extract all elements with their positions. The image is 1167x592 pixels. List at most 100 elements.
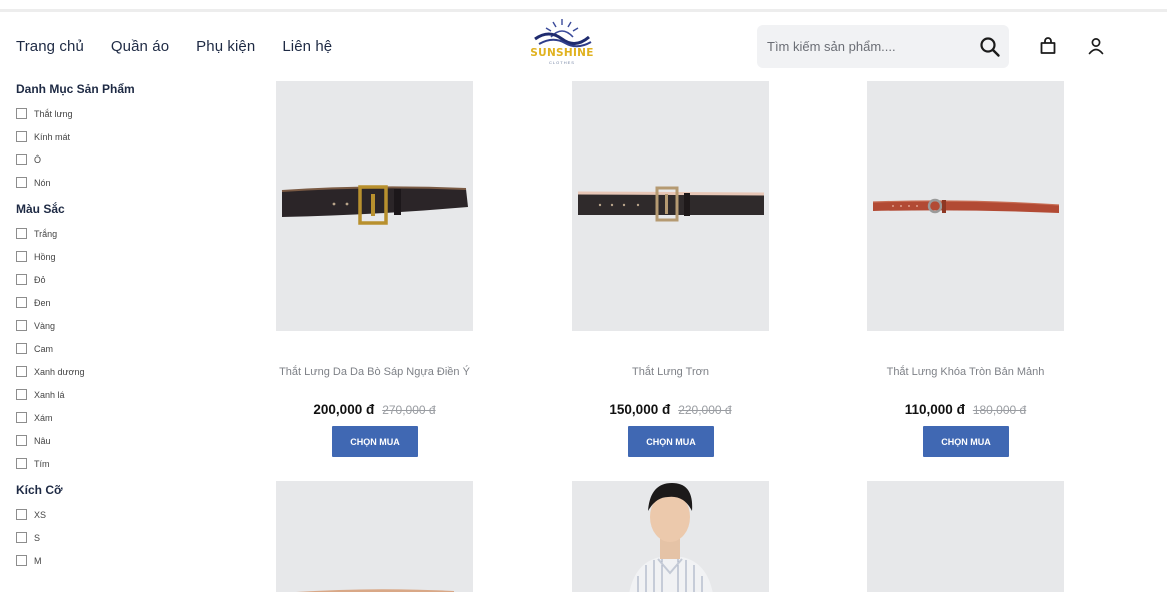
filter-option[interactable]: Vàng bbox=[16, 314, 216, 337]
filter-option[interactable]: Đen bbox=[16, 291, 216, 314]
color-filter-list: Trắng Hồng Đỏ Đen Vàng Cam Xanh dương Xa… bbox=[16, 222, 216, 475]
belt-image bbox=[281, 185, 468, 225]
product-price: 150,000 đ 220,000 đ bbox=[572, 401, 769, 419]
search-input[interactable] bbox=[767, 35, 962, 57]
filter-option-label: Nón bbox=[34, 177, 51, 188]
buy-button[interactable]: CHỌN MUA bbox=[923, 426, 1009, 457]
checkbox[interactable] bbox=[16, 320, 27, 331]
old-price: 270,000 đ bbox=[382, 403, 436, 417]
user-icon[interactable] bbox=[1086, 36, 1106, 56]
product-price: 200,000 đ 270,000 đ bbox=[276, 401, 473, 419]
category-filter-list: Thắt lưng Kính mát Ô Nón bbox=[16, 102, 216, 194]
checkbox[interactable] bbox=[16, 555, 27, 566]
checkbox[interactable] bbox=[16, 177, 27, 188]
checkbox[interactable] bbox=[16, 228, 27, 239]
checkbox[interactable] bbox=[16, 509, 27, 520]
nav-clothes-link[interactable]: Quần áo bbox=[111, 38, 169, 55]
belt-image bbox=[296, 589, 454, 592]
nav-contact-link[interactable]: Liên hệ bbox=[282, 38, 332, 55]
filter-option-label: Trắng bbox=[34, 228, 58, 239]
filter-option[interactable]: M bbox=[16, 549, 216, 572]
product-name[interactable]: Thắt Lưng Khóa Tròn Bản Mảnh bbox=[867, 366, 1064, 378]
filter-option-label: Hồng bbox=[34, 251, 56, 262]
site-header: Trang chủ Quần áo Phụ kiện Liên hệ SUNSH… bbox=[0, 12, 1167, 76]
checkbox[interactable] bbox=[16, 131, 27, 142]
filter-option-label: Kính mát bbox=[34, 131, 71, 142]
checkbox[interactable] bbox=[16, 458, 27, 469]
filter-option[interactable]: Nón bbox=[16, 171, 216, 194]
product-image[interactable] bbox=[572, 81, 769, 331]
filter-option-label: Đen bbox=[34, 297, 51, 308]
checkbox[interactable] bbox=[16, 532, 27, 543]
filter-option[interactable]: Xám bbox=[16, 406, 216, 429]
product-price: 110,000 đ 180,000 đ bbox=[867, 401, 1064, 419]
filter-option[interactable]: Trắng bbox=[16, 222, 216, 245]
filter-option[interactable]: XS bbox=[16, 503, 216, 526]
checkbox[interactable] bbox=[16, 251, 27, 262]
filter-option-label: Vàng bbox=[34, 320, 56, 331]
current-price: 110,000 đ bbox=[904, 402, 965, 417]
filter-option[interactable]: Xanh lá bbox=[16, 383, 216, 406]
filter-title-category: Danh Mục Sản Phẩm bbox=[16, 82, 135, 96]
filter-option-label: Xanh dương bbox=[34, 366, 85, 377]
old-price: 220,000 đ bbox=[678, 403, 732, 417]
nav-accessories-link[interactable]: Phụ kiện bbox=[196, 38, 255, 55]
belt-image bbox=[872, 198, 1060, 214]
checkbox[interactable] bbox=[16, 108, 27, 119]
filter-option[interactable]: Cam bbox=[16, 337, 216, 360]
product-name[interactable]: Thắt Lưng Da Da Bò Sáp Ngựa Điền Ý bbox=[276, 366, 473, 378]
product-image[interactable] bbox=[572, 481, 769, 592]
checkbox[interactable] bbox=[16, 435, 27, 446]
filter-option-label: Xanh lá bbox=[34, 389, 65, 400]
product-image[interactable] bbox=[867, 81, 1064, 331]
filter-option-label: Cam bbox=[34, 343, 54, 354]
belt-image bbox=[577, 186, 765, 222]
site-logo[interactable]: SUNSHINE CLOTHES bbox=[529, 17, 595, 69]
filter-option[interactable]: Đỏ bbox=[16, 268, 216, 291]
product-image[interactable] bbox=[276, 81, 473, 331]
filter-option-label: Đỏ bbox=[34, 274, 46, 285]
buy-button[interactable]: CHỌN MUA bbox=[628, 426, 714, 457]
filter-option-label: M bbox=[34, 555, 42, 566]
filter-option[interactable]: Xanh dương bbox=[16, 360, 216, 383]
filter-option-label: Thắt lưng bbox=[34, 108, 73, 119]
filter-option-label: Nâu bbox=[34, 435, 51, 446]
checkbox[interactable] bbox=[16, 389, 27, 400]
filter-option[interactable]: Kính mát bbox=[16, 125, 216, 148]
product-image[interactable] bbox=[276, 481, 473, 592]
checkbox[interactable] bbox=[16, 274, 27, 285]
main-nav: Trang chủ Quần áo Phụ kiện Liên hệ bbox=[16, 38, 359, 55]
checkbox[interactable] bbox=[16, 297, 27, 308]
filter-option[interactable]: S bbox=[16, 526, 216, 549]
filter-title-size: Kích Cỡ bbox=[16, 483, 63, 497]
size-filter-list: XS S M bbox=[16, 503, 216, 572]
old-price: 180,000 đ bbox=[972, 403, 1027, 417]
filter-option-label: XS bbox=[34, 509, 47, 520]
search-icon[interactable] bbox=[979, 36, 1001, 58]
filter-option-label: S bbox=[34, 532, 41, 543]
filter-title-color: Màu Sắc bbox=[16, 202, 65, 216]
current-price: 200,000 đ bbox=[313, 402, 375, 417]
filter-option[interactable]: Thắt lưng bbox=[16, 102, 216, 125]
filter-option-label: Xám bbox=[34, 412, 53, 423]
checkbox[interactable] bbox=[16, 343, 27, 354]
product-image[interactable] bbox=[867, 481, 1064, 592]
filter-option[interactable]: Nâu bbox=[16, 429, 216, 452]
sun-wave-logo-icon bbox=[534, 19, 592, 48]
current-price: 150,000 đ bbox=[609, 402, 671, 417]
filter-option[interactable]: Tím bbox=[16, 452, 216, 475]
logo-text: SUNSHINE bbox=[530, 47, 594, 59]
checkbox[interactable] bbox=[16, 154, 27, 165]
logo-subtext: CLOTHES bbox=[549, 60, 575, 65]
checkbox[interactable] bbox=[16, 412, 27, 423]
search-bar bbox=[757, 25, 1009, 68]
product-name[interactable]: Thắt Lưng Trơn bbox=[572, 366, 769, 378]
shopping-bag-icon[interactable] bbox=[1038, 36, 1058, 56]
model-photo bbox=[629, 483, 713, 592]
buy-button[interactable]: CHỌN MUA bbox=[332, 426, 418, 457]
nav-home-link[interactable]: Trang chủ bbox=[16, 38, 84, 55]
filter-option[interactable]: Hồng bbox=[16, 245, 216, 268]
filter-option[interactable]: Ô bbox=[16, 148, 216, 171]
filter-sidebar: Danh Mục Sản Phẩm Thắt lưng Kính mát Ô N… bbox=[16, 82, 216, 572]
checkbox[interactable] bbox=[16, 366, 27, 377]
